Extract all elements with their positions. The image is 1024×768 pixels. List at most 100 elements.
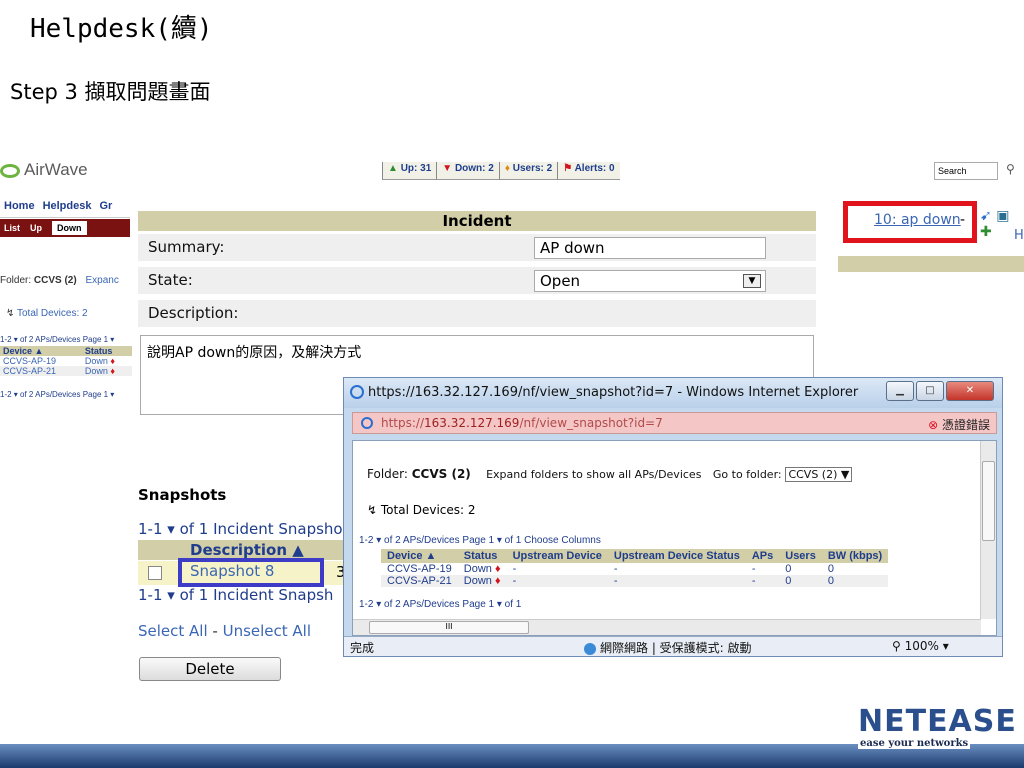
minimize-button[interactable]: ▁ (886, 381, 914, 401)
col-aps[interactable]: APs (745, 549, 780, 563)
add-icon[interactable]: ✚ (980, 224, 992, 240)
highlight-box-red (843, 201, 977, 243)
scroll-thumb[interactable]: III (369, 621, 529, 634)
dash: - (960, 212, 966, 228)
cell-device[interactable]: CCVS-AP-19 (381, 563, 458, 575)
cert-error-label: 憑證錯誤 (941, 418, 990, 432)
ie-goto-value: CCVS (2) (788, 468, 838, 481)
close-button[interactable]: ✕ (946, 381, 994, 401)
cell-bw: 0 (827, 563, 834, 575)
left-total-devices: ↯ Total Devices: 2 (6, 308, 88, 319)
left-pager[interactable]: 1-2 ▾ of 2 APs/Devices Page 1 ▾ (0, 335, 114, 344)
status-zone: 網際網路 | 受保護模式: 啟動 (584, 639, 752, 656)
ie-folder-value: CCVS (2) (411, 467, 471, 481)
snapshot-checkbox[interactable] (148, 566, 162, 580)
slide-step: Step 3 擷取問題畫面 (10, 80, 211, 104)
right-strip (838, 256, 1024, 272)
col-users[interactable]: Users (779, 549, 822, 563)
arrow-up-icon: ▲ (388, 163, 398, 174)
state-select[interactable]: Open ▼ (534, 270, 766, 292)
ie-window: https://163.32.127.169/nf/view_snapshot?… (343, 377, 1003, 657)
unselect-all-link[interactable]: Unselect All (223, 622, 311, 640)
ie-expand-link[interactable]: Expand folders to show all APs/Devices (486, 468, 701, 481)
status-up[interactable]: ▲ Up: 31 (382, 162, 437, 180)
status-users[interactable]: ♦ Users: 2 (498, 162, 558, 180)
table-row: CCVS-AP-19 Down ♦ (0, 356, 132, 366)
ie-title: https://163.32.127.169/nf/view_snapshot?… (368, 385, 859, 400)
ie-titlebar: https://163.32.127.169/nf/view_snapshot?… (344, 378, 1002, 408)
col-status[interactable]: Status (81, 346, 132, 356)
zoom-control[interactable]: ⚲ 100% ▾ (892, 639, 949, 653)
ie-total-devices: ↯ Total Devices: 2 (367, 503, 476, 517)
expand-link[interactable]: Expanc (85, 275, 118, 286)
vertical-scrollbar[interactable] (980, 441, 996, 619)
separator: - (207, 622, 223, 640)
status-up-label: Up: 31 (400, 163, 432, 174)
col-upstream-status[interactable]: Upstream Device Status (607, 549, 746, 563)
addr-path: /nf/view_snapshot?id=7 (519, 416, 663, 430)
select-all-link[interactable]: Select All (138, 622, 208, 640)
snapshot-icon[interactable]: ▣ (996, 208, 1009, 224)
chevron-down-icon[interactable]: ▼ (743, 274, 761, 288)
ie-device-table: Device ▲ Status Upstream Device Upstream… (381, 549, 889, 587)
ie-pager-top[interactable]: 1-2 ▾ of 2 APs/Devices Page 1 ▾ of 1 Cho… (359, 535, 601, 546)
maximize-button[interactable]: □ (916, 381, 944, 401)
snapshots-col-description[interactable]: Description ▲ (138, 540, 344, 560)
delete-button[interactable]: Delete (139, 657, 281, 681)
search-icon[interactable]: ⚲ (1006, 162, 1015, 176)
subnav-up[interactable]: Up (30, 223, 42, 233)
col-bw[interactable]: BW (kbps) (821, 549, 889, 563)
subnav-down[interactable]: Down (52, 221, 87, 235)
snapshots-pager-bottom[interactable]: 1-1 ▾ of 1 Incident Snapsh (138, 586, 333, 604)
ie-goto-select[interactable]: CCVS (2) ▼ (785, 467, 853, 482)
col-upstream-device[interactable]: Upstream Device (506, 549, 608, 563)
horizontal-scrollbar[interactable]: III (353, 619, 981, 635)
state-label: State: (148, 271, 193, 289)
col-device[interactable]: Device ▲ (381, 549, 458, 563)
cell-device[interactable]: CCVS-AP-21 (381, 575, 458, 587)
status-text: Down (463, 563, 492, 575)
main-nav: Home Helpdesk Gr (0, 200, 130, 218)
ie-logo-icon (350, 385, 364, 399)
page-icon (361, 417, 373, 429)
ie-address-bar[interactable]: https://163.32.127.169/nf/view_snapshot?… (352, 412, 997, 434)
ie-content: Folder: CCVS (2) Expand folders to show … (352, 440, 997, 636)
cell-upstream-status: - (613, 563, 618, 575)
highlight-box-blue (178, 558, 324, 587)
search-input[interactable]: Search (934, 162, 998, 180)
folder-label: Folder: (0, 275, 32, 286)
zoom-icon: ⚲ (892, 639, 901, 653)
cert-error[interactable]: ⊗ 憑證錯誤 (928, 416, 990, 433)
nav-home[interactable]: Home (4, 200, 35, 217)
right-h: H (1014, 228, 1024, 243)
description-row: Description: (138, 300, 816, 328)
col-device[interactable]: Device ▲ (0, 346, 82, 356)
status-alerts[interactable]: ⚑ Alerts: 0 (557, 162, 620, 180)
cell-status: Down ♦ (458, 563, 507, 575)
arrow-icon[interactable]: ➹ (980, 208, 992, 224)
down-icon: ♦ (494, 575, 501, 587)
cell-status: Down ♦ (457, 575, 507, 587)
nav-helpdesk[interactable]: Helpdesk (43, 200, 92, 217)
col-status[interactable]: Status (457, 549, 507, 563)
table-header-row: Device ▲ Status Upstream Device Upstream… (381, 549, 889, 563)
status-down[interactable]: ▼ Down: 2 (436, 162, 499, 180)
status-text: Down (84, 366, 108, 376)
status-down-label: Down: 2 (454, 163, 494, 174)
scroll-thumb[interactable] (982, 461, 995, 541)
summary-input[interactable]: AP down (534, 237, 766, 259)
table-row: CCVS-AP-19 Down ♦ - - - 0 0 (381, 563, 888, 575)
subnav-list[interactable]: List (4, 223, 20, 233)
incident-header: Incident (138, 211, 816, 231)
cell-upstream: - (512, 563, 517, 575)
snapshots-pager[interactable]: 1-1 ▾ of 1 Incident Snapsho (138, 520, 343, 538)
left-folder: Folder: CCVS (2) Expanc (0, 275, 119, 286)
cell-device[interactable]: CCVS-AP-21 (0, 366, 82, 376)
left-pager-bottom[interactable]: 1-2 ▾ of 2 APs/Devices Page 1 ▾ (0, 390, 114, 399)
cell-aps: - (745, 575, 780, 587)
cell-device[interactable]: CCVS-AP-19 (0, 356, 82, 366)
ie-pager-bottom[interactable]: 1-2 ▾ of 2 APs/Devices Page 1 ▾ of 1 (359, 599, 521, 610)
ie-goto-label: Go to folder: (712, 468, 782, 481)
nav-groups[interactable]: Gr (99, 200, 112, 217)
zoom-value: 100% (904, 639, 939, 653)
